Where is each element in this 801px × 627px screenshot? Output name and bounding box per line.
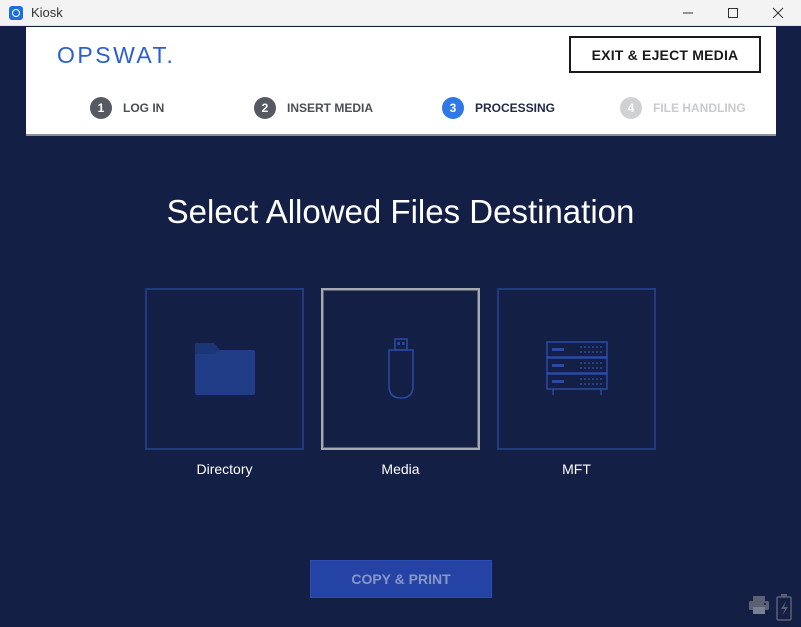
step-label: PROCESSING	[475, 101, 556, 115]
step-label: INSERT MEDIA	[287, 101, 374, 115]
maximize-icon	[728, 8, 738, 18]
step-number: 3	[442, 97, 464, 119]
destination-label-directory: Directory	[196, 461, 253, 477]
step-label: FILE HANDLING	[653, 101, 746, 115]
copy-print-button[interactable]: COPY & PRINT	[310, 560, 492, 598]
kiosk-header: OPSWAT. EXIT & EJECT MEDIA 1 LOG IN 2 IN…	[26, 27, 776, 136]
page-title: Select Allowed Files Destination	[166, 193, 635, 230]
destination-card-media[interactable]	[321, 288, 480, 450]
opswat-logo: OPSWAT.	[57, 43, 175, 68]
maximize-button[interactable]	[710, 0, 756, 26]
printer-icon[interactable]	[748, 595, 770, 615]
window-titlebar: Kiosk	[0, 0, 801, 26]
step-label: LOG IN	[123, 101, 165, 115]
svg-text:OPSWAT.: OPSWAT.	[57, 43, 175, 68]
step-number: 4	[620, 97, 642, 119]
destination-label-mft: MFT	[562, 461, 591, 477]
destination-card-mft[interactable]	[497, 288, 656, 450]
step-processing: 3 PROCESSING	[442, 97, 555, 119]
window-title: Kiosk	[31, 5, 63, 20]
minimize-button[interactable]	[665, 0, 711, 26]
battery-icon[interactable]	[775, 593, 793, 621]
step-file-handling: 4 FILE HANDLING	[620, 97, 746, 119]
step-number: 1	[90, 97, 112, 119]
server-icon	[545, 341, 608, 395]
step-number: 2	[254, 97, 276, 119]
app-icon	[9, 6, 23, 20]
step-log-in: 1 LOG IN	[90, 97, 164, 119]
close-icon	[772, 7, 784, 19]
step-insert-media: 2 INSERT MEDIA	[254, 97, 373, 119]
folder-icon	[194, 343, 255, 395]
usb-drive-icon	[387, 338, 414, 399]
destination-card-directory[interactable]	[145, 288, 304, 450]
close-button[interactable]	[755, 0, 801, 26]
destination-label-media: Media	[381, 461, 420, 477]
exit-eject-media-button[interactable]: EXIT & EJECT MEDIA	[569, 36, 761, 73]
minimize-icon	[683, 12, 693, 14]
